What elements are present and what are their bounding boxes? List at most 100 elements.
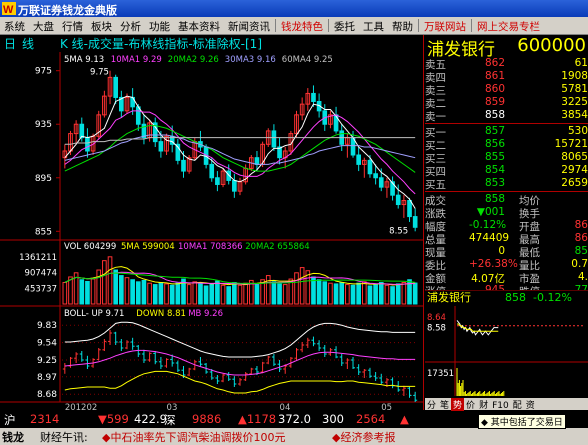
candle-body [395,194,401,206]
stat-value-2: 85 [574,245,588,257]
sell-level-row[interactable]: 卖二 859 3225 [425,96,588,110]
buy-level-row[interactable]: 买二 856 15721 [425,138,588,152]
sell-level-row[interactable]: 卖三 860 5781 [425,83,588,97]
order-price: 853 [484,177,505,189]
panel-tab[interactable]: 资 [524,398,537,411]
legend-label: 30MA3 9.16 [225,55,276,65]
menu-item[interactable]: 新闻资讯 [224,17,274,33]
volume-bar [68,276,73,305]
volume-bar [209,283,215,305]
buy-level-row[interactable]: 买三 855 8065 [425,151,588,165]
order-volume: 1908 [561,70,588,82]
stat-row[interactable]: 成交 858 均价 [425,193,588,207]
volume-bar [401,282,407,305]
panel-tab[interactable]: 配 [511,398,524,411]
index-c-value2: 2564 [356,412,386,426]
legend-label: 10MA1 708366 [178,242,243,252]
mini-stock-name: 浦发银行 [427,290,471,304]
menu-item[interactable]: 网上交易专栏 [473,17,544,33]
buy-level-row[interactable]: 买一 857 530 [425,125,588,139]
main-chart[interactable]: 5MA 9.13 10MA1 9.29 20MA2 9.26 30MA3 9.16 60… [0,52,424,412]
index-c-value: 300 [322,412,344,426]
menu-item[interactable]: 功能 [145,17,174,33]
price-tick-label: 895 [35,174,52,184]
candle-body [158,141,164,152]
legend-label: MB 9.26 [188,309,223,319]
stat-value: 0 [498,245,505,257]
menu-bar: 系统 大盘 行情 板块 分析 功能 基本资料 新闻资讯 钱龙特色 委托 工具 帮助 万联网站 网上交易专栏 [0,17,588,35]
legend-label: DOWN 8.81 [136,309,186,319]
order-volume: 3854 [561,109,588,121]
sz-index-amount: 372.0 [278,412,311,426]
stat-row[interactable]: 涨跌 ▼001 换手 [425,206,588,220]
buy-level-row[interactable]: 买五 853 2659 [425,177,588,191]
stat-value: 858 [484,193,505,205]
panel-tab[interactable]: 势 [451,398,465,411]
legend-label: VOL 604299 [64,242,116,252]
volume-bar [271,281,277,305]
candle-body [181,159,186,172]
sell-level-row[interactable]: 卖四 861 1908 [425,70,588,84]
buy-level-row[interactable]: 买四 854 2974 [425,164,588,178]
volume-bar [169,284,175,305]
panel-tab[interactable]: F10 [490,401,511,411]
volume-bar [203,285,209,305]
volume-bar [130,279,135,305]
legend-label: 5MA 599004 [121,242,175,252]
stat-row[interactable]: 幅度 -0.12% 开盘 86 [425,219,588,233]
panel-tab[interactable]: 价 [464,398,477,411]
menu-item[interactable]: 万联网站 [420,17,470,33]
volume-bar [361,281,367,305]
stat-value: +26.38% [469,258,518,270]
boll-tick-label: 9.54 [37,339,57,349]
volume-bar [158,282,164,305]
menu-item[interactable]: 基本资料 [174,17,224,33]
tab-daily[interactable]: 日线 [4,35,40,52]
sell-level-row[interactable]: 卖一 858 3854 [425,109,588,123]
volume-bar [107,256,113,305]
news-label: 财经午讯: [40,431,88,444]
menu-item[interactable]: 帮助 [388,17,417,33]
price-tick-label: 935 [35,120,52,130]
news-headline[interactable]: ◆中石油率先下调汽柴油调拨价100元 [102,429,285,445]
volume-bar [356,282,361,305]
legend-label: 60MA4 9.25 [282,55,333,65]
panel-tab[interactable]: 笔 [438,398,451,411]
menu-item[interactable]: 系统 [0,17,29,33]
legend-label: 20MA2 9.26 [168,55,219,65]
menu-item[interactable]: 大盘 [29,17,58,33]
volume-bar [135,281,141,305]
stat-row[interactable]: 金额 4.07亿 市盈 4. [425,271,588,285]
volume-bar [265,275,271,305]
menu-item[interactable]: 板块 [87,17,116,33]
volume-bar [186,284,192,305]
menu-item[interactable]: 分析 [116,17,145,33]
news-source-link[interactable]: ◆经济参考报 [332,429,395,445]
panel-tab[interactable]: 财 [477,398,490,411]
title-bar: W 万联证券钱龙金典版 [0,0,588,17]
sz-index-change: ▲1178 [238,412,277,426]
volume-bar [339,282,345,305]
menu-item[interactable]: 行情 [58,17,87,33]
menu-item[interactable]: 钱龙特色 [277,17,327,33]
stat-value-2: 4. [577,271,588,283]
order-price: 861 [484,70,505,82]
boll-tick-label: 8.97 [37,373,57,383]
chart-header: 日线 K 线-成交量-布林线指标-标准除权-[1] [0,35,424,52]
candle-body [412,216,418,228]
stat-row[interactable]: 委比 +26.38% 量比 0.7 [425,258,588,272]
panel-tab[interactable]: 分 [425,398,438,411]
volume-bar [373,284,378,305]
menu-item[interactable]: 委托 [330,17,359,33]
order-volume: 2974 [561,164,588,176]
menu-item[interactable]: 工具 [359,17,388,33]
mini-intraday-chart[interactable]: 浦发银行 858 -0.12% 8.648.58 17351 [425,290,588,398]
stat-row[interactable]: 总量 474409 最高 86 [425,232,588,246]
volume-bar [113,269,119,305]
sell-level-row[interactable]: 卖五 862 61 [425,57,588,71]
volume-bar [243,282,248,305]
candle-body [407,200,412,218]
order-price: 862 [484,57,505,69]
stat-row[interactable]: 现量 0 最低 85 [425,245,588,259]
volume-tick-label: 453737 [25,284,57,294]
